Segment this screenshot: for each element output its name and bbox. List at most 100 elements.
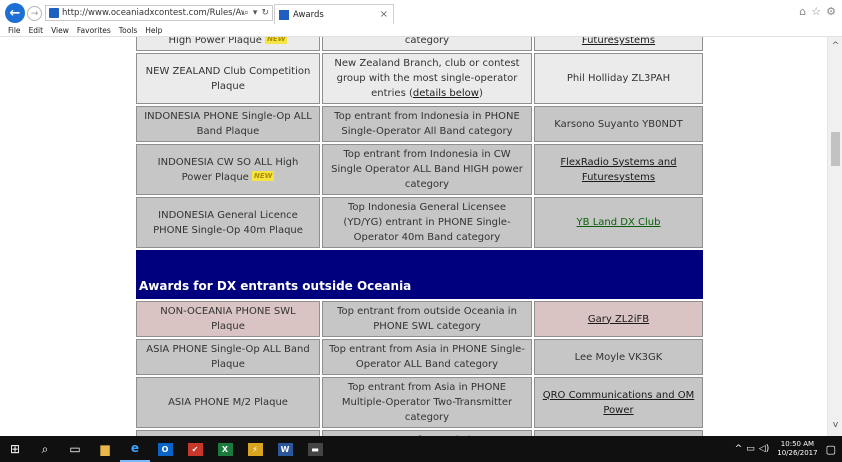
award-description-cell: Top Indonesia General Licensee (YD/YG) e… [322, 197, 532, 248]
menu-edit[interactable]: Edit [25, 24, 48, 36]
taskbar: ⊞ ⌕ ▭ ▆ e O ✔ X ⚡ W ▬ ^ ▭ ◁) 10:50 AM 10/26/2… [0, 436, 842, 462]
table-row: INDONESIA PHONE Single-Op ALL Band Plaqu… [136, 106, 703, 142]
table-row: ASIA PHONE M/2 Plaque Top entrant from As… [136, 377, 703, 428]
sponsor-cell: Lee Moyle VK3GK [534, 339, 703, 375]
home-icon[interactable]: ⌂ [799, 5, 806, 18]
award-description: Single Operator ALL Band HIGH power cate… [404, 37, 450, 46]
section-title: Awards for DX entrants outside Oceania [136, 250, 703, 299]
cmd-app-icon[interactable]: ▬ [300, 436, 330, 462]
search-icon[interactable]: ⌕ [244, 8, 249, 18]
details-below-link[interactable]: details below [413, 88, 479, 99]
arrow-left-icon: ← [9, 5, 21, 21]
menu-file[interactable]: File [4, 24, 25, 36]
notifications-icon[interactable]: ▢ [826, 443, 836, 456]
awards-content: NEW ZEALAND PHONE SO ALL High Power Plaq… [134, 37, 705, 436]
cmd-icon: ▬ [307, 442, 323, 456]
sponsor-link[interactable]: QRO Communications and OM Power [543, 390, 695, 416]
table-row: NEW ZEALAND PHONE SO ALL High Power Plaq… [136, 37, 703, 51]
excel-icon: X [217, 442, 233, 456]
award-description: Top entrant from Indonesia in PHONE Sing… [334, 111, 520, 137]
section-header-row: Awards for DX entrants outside Oceania [136, 250, 703, 299]
sponsor-cell: FlexRadio Systems and Futuresystems [534, 37, 703, 51]
award-name: NON-OCEANIA PHONE SWL Plaque [160, 306, 296, 332]
award-description: Top entrant from Indonesia in CW Single … [331, 149, 523, 190]
sponsor-link[interactable]: YB Land DX Club [577, 217, 661, 228]
menu-help[interactable]: Help [141, 24, 166, 36]
award-name: INDONESIA CW SO ALL High Power Plaque [157, 156, 299, 183]
sponsor-cell: YB Land DX Club [534, 197, 703, 248]
refresh-icon[interactable]: ↻ [261, 8, 269, 18]
sponsor-cell: Gary ZL2iFB [534, 301, 703, 337]
gear-icon[interactable]: ⚙ [826, 5, 836, 18]
internet-explorer-icon[interactable]: e [120, 436, 150, 462]
menu-bar: File Edit View Favorites Tools Help [0, 24, 842, 37]
vpn-app-icon[interactable]: ✔ [180, 436, 210, 462]
award-name-cell: ASIA PHONE Single-Op ALL Band Plaque [136, 339, 320, 375]
award-description-cell: Top entrant from Indonesia in PHONE Sing… [322, 106, 532, 142]
award-description-cell: Top entrant from outside Oceania in PHON… [322, 301, 532, 337]
table-row: ASIA PHONE Single-Op ALL Band Plaque Top … [136, 339, 703, 375]
scroll-down-icon[interactable]: v [828, 420, 842, 430]
url-text: http://www.oceaniadxcontest.com/Rules/Aw… [62, 8, 244, 18]
new-badge: NEW [265, 37, 288, 44]
clock-date: 10/26/2017 [777, 449, 818, 457]
table-row: NON-OCEANIA PHONE SWL Plaque Top entrant … [136, 301, 703, 337]
windows-start-icon[interactable]: ⊞ [0, 436, 30, 462]
award-description: Top Indonesia General Licensee (YD/YG) e… [343, 202, 511, 243]
chevron-down-icon[interactable]: ▾ [253, 8, 258, 18]
forward-button[interactable]: → [27, 6, 42, 21]
award-description: Top entrant from Asia in PHONE Single-Op… [329, 344, 525, 370]
sponsor-link[interactable]: FlexRadio Systems and Futuresystems [560, 37, 676, 46]
clock[interactable]: 10:50 AM 10/26/2017 [777, 440, 817, 458]
search-icon[interactable]: ⌕ [30, 436, 60, 462]
award-name: ASIA PHONE Single-Op ALL Band Plaque [146, 344, 310, 370]
sponsor-cell: Phil Holliday ZL3PAH [534, 53, 703, 104]
tool-icon: ⚡ [247, 442, 263, 456]
outlook-icon: O [157, 442, 173, 456]
scroll-up-icon[interactable]: ^ [828, 41, 842, 51]
sponsor-cell: QRO Communications and OM Power [534, 377, 703, 428]
outlook-app-icon[interactable]: O [150, 436, 180, 462]
star-icon[interactable]: ☆ [811, 5, 821, 18]
award-description-cell: Top entrant from Asia in PHONE Single-Op… [322, 339, 532, 375]
volume-icon[interactable]: ◁) [759, 444, 769, 454]
table-row: NEW ZEALAND Club Competition Plaque New Z… [136, 53, 703, 104]
award-name: INDONESIA General Licence PHONE Single-O… [153, 209, 303, 236]
award-name-cell: NON-OCEANIA PHONE SWL Plaque [136, 301, 320, 337]
menu-view[interactable]: View [47, 24, 73, 36]
tool-app-icon[interactable]: ⚡ [240, 436, 270, 462]
sponsor-link[interactable]: FlexRadio Systems and Futuresystems [560, 157, 676, 183]
clock-time: 10:50 AM [780, 440, 815, 448]
award-name-cell: NEW ZEALAND Club Competition Plaque [136, 53, 320, 104]
task-view-icon[interactable]: ▭ [60, 436, 90, 462]
back-button[interactable]: ← [5, 3, 25, 23]
scroll-thumb[interactable] [831, 132, 840, 166]
tab-awards[interactable]: Awards × [274, 4, 394, 24]
award-description: Top entrant from outside Oceania in PHON… [337, 306, 517, 332]
chevron-up-icon[interactable]: ^ [735, 444, 743, 454]
address-bar[interactable]: http://www.oceaniadxcontest.com/Rules/Aw… [45, 5, 273, 21]
close-icon[interactable]: × [380, 9, 393, 20]
tab-site-icon [279, 9, 289, 20]
network-icon[interactable]: ▭ [746, 444, 755, 454]
table-row: INDONESIA CW SO ALL High Power Plaque NE… [136, 144, 703, 195]
award-name: INDONESIA PHONE Single-Op ALL Band Plaqu… [144, 111, 312, 137]
file-explorer-icon[interactable]: ▆ [90, 436, 120, 462]
award-name-cell: INDONESIA PHONE Single-Op ALL Band Plaqu… [136, 106, 320, 142]
sponsor-name: Lee Moyle VK3GK [574, 351, 663, 363]
award-description-cell: Top entrant from Asia in PHONE Multiple-… [322, 377, 532, 428]
menu-favorites[interactable]: Favorites [73, 24, 115, 36]
award-description-cell: New Zealand Branch, club or contest grou… [322, 53, 532, 104]
sponsor-link[interactable]: Gary ZL2iFB [588, 314, 649, 325]
new-badge: NEW [252, 170, 275, 181]
vertical-scrollbar[interactable]: ^ v [827, 37, 842, 436]
award-description: Top entrant from Asia in PHONE Multiple-… [341, 382, 513, 423]
browser-titlebar: ← → http://www.oceaniadxcontest.com/Rule… [0, 0, 842, 24]
excel-app-icon[interactable]: X [210, 436, 240, 462]
award-name-cell: INDONESIA CW SO ALL High Power Plaque NE… [136, 144, 320, 195]
word-app-icon[interactable]: W [270, 436, 300, 462]
awards-table: NEW ZEALAND PHONE SO ALL High Power Plaq… [134, 37, 705, 436]
sponsor-name: Phil Holliday ZL3PAH [566, 73, 671, 84]
menu-tools[interactable]: Tools [115, 24, 141, 36]
award-name-cell: INDONESIA General Licence PHONE Single-O… [136, 197, 320, 248]
